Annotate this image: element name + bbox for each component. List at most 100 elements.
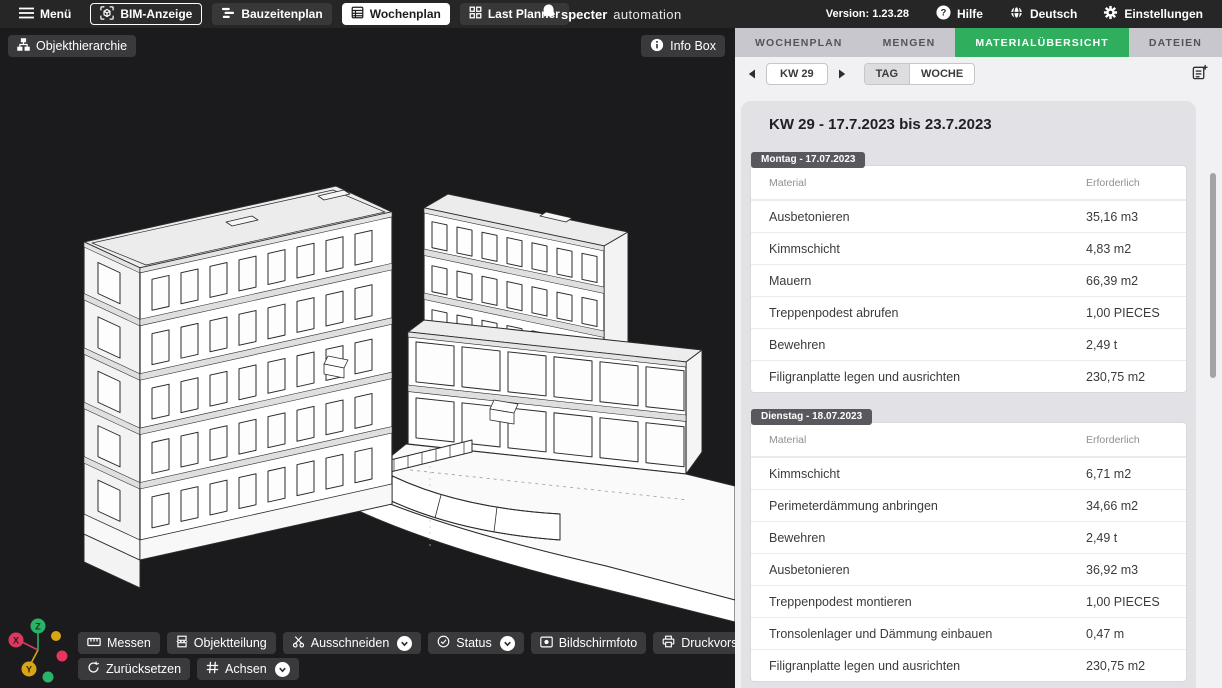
measure-button[interactable]: Messen [78,632,160,654]
settings-button[interactable]: Einstellungen [1094,3,1212,25]
svg-text:Y: Y [26,664,32,674]
globe-icon [1009,5,1024,23]
material-name: Bewehren [769,338,1086,352]
material-name: Perimeterdämmung anbringen [769,499,1086,513]
screenshot-button[interactable]: Bildschirmfoto [531,632,647,654]
material-row: Filigranplatte legen und ausrichten 230,… [751,360,1186,392]
toggle-woche[interactable]: WOCHE [909,64,974,84]
print-preview-button[interactable]: Druckvorschau [653,632,735,654]
language-button[interactable]: Deutsch [1000,3,1086,25]
print-icon [662,635,675,651]
material-row: Bewehren 2,49 t [751,521,1186,553]
material-required-value: 66,39 m2 [1086,274,1168,288]
tools-row-1: Messen Objektteilung Ausschneiden Status [78,632,735,654]
week-selector[interactable]: KW 29 [766,63,828,85]
object-hierarchy-button[interactable]: Objekthierarchie [8,35,136,57]
panel-scrollbar[interactable] [1210,173,1216,378]
tab-mengen[interactable]: MENGEN [863,28,956,57]
week-navigation: KW 29 TAG WOCHE [735,57,1222,91]
axis-dot-z-neg [43,672,54,683]
material-name: Tronsolenlager und Dämmung einbauen [769,627,1086,641]
reset-view-button[interactable]: Zurücksetzen [78,658,190,680]
material-panel: WOCHENPLAN MENGEN MATERIALÜBERSICHT DATE… [735,28,1222,688]
material-table: Material Erforderlich Ausbetonieren 35,1… [751,166,1186,392]
status-check-icon [437,635,450,651]
nav-bauzeitenplan[interactable]: Bauzeitenplan [212,3,331,25]
cut-button[interactable]: Ausschneiden [283,632,422,654]
material-row: Perimeterdämmung anbringen 34,66 m2 [751,489,1186,521]
gear-icon [1103,5,1118,23]
hamburger-icon [19,7,34,22]
note-add-icon [1191,64,1208,84]
axes-gizmo[interactable]: Z X Y [4,614,68,686]
screenshot-icon [540,636,553,651]
tab-materialuebersicht[interactable]: MATERIALÜBERSICHT [955,28,1129,57]
viewport-toolbar: Messen Objektteilung Ausschneiden Status [78,632,735,680]
material-name: Filigranplatte legen und ausrichten [769,659,1086,673]
ghost-logo-icon [542,4,555,25]
grid-icon [469,6,482,22]
nav-wochenplan[interactable]: Wochenplan [342,3,450,25]
next-week-button[interactable] [835,64,849,85]
bim-building-model[interactable] [0,28,735,688]
days-list: Montag - 17.07.2023 Material Erforderlic… [751,147,1186,681]
material-row: Bewehren 2,49 t [751,328,1186,360]
object-split-button[interactable]: Objektteilung [167,632,276,654]
export-report-button[interactable] [1189,62,1210,86]
material-row: Ausbetonieren 36,92 m3 [751,553,1186,585]
tab-wochenplan[interactable]: WOCHENPLAN [735,28,863,57]
column-header-material: Material [769,434,1086,446]
prev-week-button[interactable] [745,64,759,85]
material-required-value: 36,92 m3 [1086,563,1168,577]
weekplan-icon [351,6,364,22]
table-header-row: Material Erforderlich [751,423,1186,457]
week-header: KW 29 - 17.7.2023 bis 23.7.2023 [769,115,1186,135]
material-row: Treppenpodest abrufen 1,00 PIECES [751,296,1186,328]
nav-bim-anzeige[interactable]: BIM-Anzeige [90,3,202,25]
material-required-value: 2,49 t [1086,531,1168,545]
material-name: Kimmschicht [769,242,1086,256]
3d-viewport[interactable]: Objekthierarchie Info Box Z X [0,28,735,688]
scissors-icon [292,635,305,651]
axes-dropdown[interactable] [275,662,290,677]
axes-button[interactable]: Achsen [197,658,299,680]
axis-dot-y-neg [51,631,61,641]
column-header-required: Erforderlich [1086,177,1168,189]
tools-row-2: Zurücksetzen Achsen [78,658,735,680]
material-row: Kimmschicht 4,83 m2 [751,232,1186,264]
material-required-value: 230,75 m2 [1086,370,1168,384]
material-name: Ausbetonieren [769,563,1086,577]
day-section: Montag - 17.07.2023 Material Erforderlic… [751,147,1186,392]
material-row: Mauern 66,39 m2 [751,264,1186,296]
svg-text:?: ? [941,8,947,18]
material-required-value: 4,83 m2 [1086,242,1168,256]
tab-dateien[interactable]: DATEIEN [1129,28,1222,57]
material-required-value: 6,71 m2 [1086,467,1168,481]
axis-dot-x-neg [57,651,68,662]
menu-button[interactable]: Menü [10,3,80,25]
material-row: Tronsolenlager und Dämmung einbauen 0,47… [751,617,1186,649]
info-box-button[interactable]: Info Box [641,35,725,57]
topbar-right-group: Version: 1.23.28 ? Hilfe Deutsch Einstel… [826,3,1212,25]
material-required-value: 2,49 t [1086,338,1168,352]
material-row: Filigranplatte legen und ausrichten 230,… [751,649,1186,681]
material-row: Kimmschicht 6,71 m2 [751,457,1186,489]
material-required-value: 1,00 PIECES [1086,306,1168,320]
material-name: Treppenpodest abrufen [769,306,1086,320]
brand-logo: specter automation [542,0,682,28]
version-label: Version: 1.23.28 [826,8,909,20]
top-toolbar: Menü BIM-Anzeige Bauzeitenplan Wochenpla… [0,0,1222,28]
help-button[interactable]: ? Hilfe [927,3,992,25]
material-name: Bewehren [769,531,1086,545]
status-button[interactable]: Status [428,632,523,654]
cut-dropdown[interactable] [397,636,412,651]
reset-icon [87,661,100,677]
day-week-toggle: TAG WOCHE [864,63,976,85]
status-dropdown[interactable] [500,636,515,651]
material-name: Filigranplatte legen und ausrichten [769,370,1086,384]
table-header-row: Material Erforderlich [751,166,1186,200]
material-name: Ausbetonieren [769,210,1086,224]
svg-text:X: X [13,635,19,645]
toggle-tag[interactable]: TAG [865,64,909,84]
column-header-material: Material [769,177,1086,189]
